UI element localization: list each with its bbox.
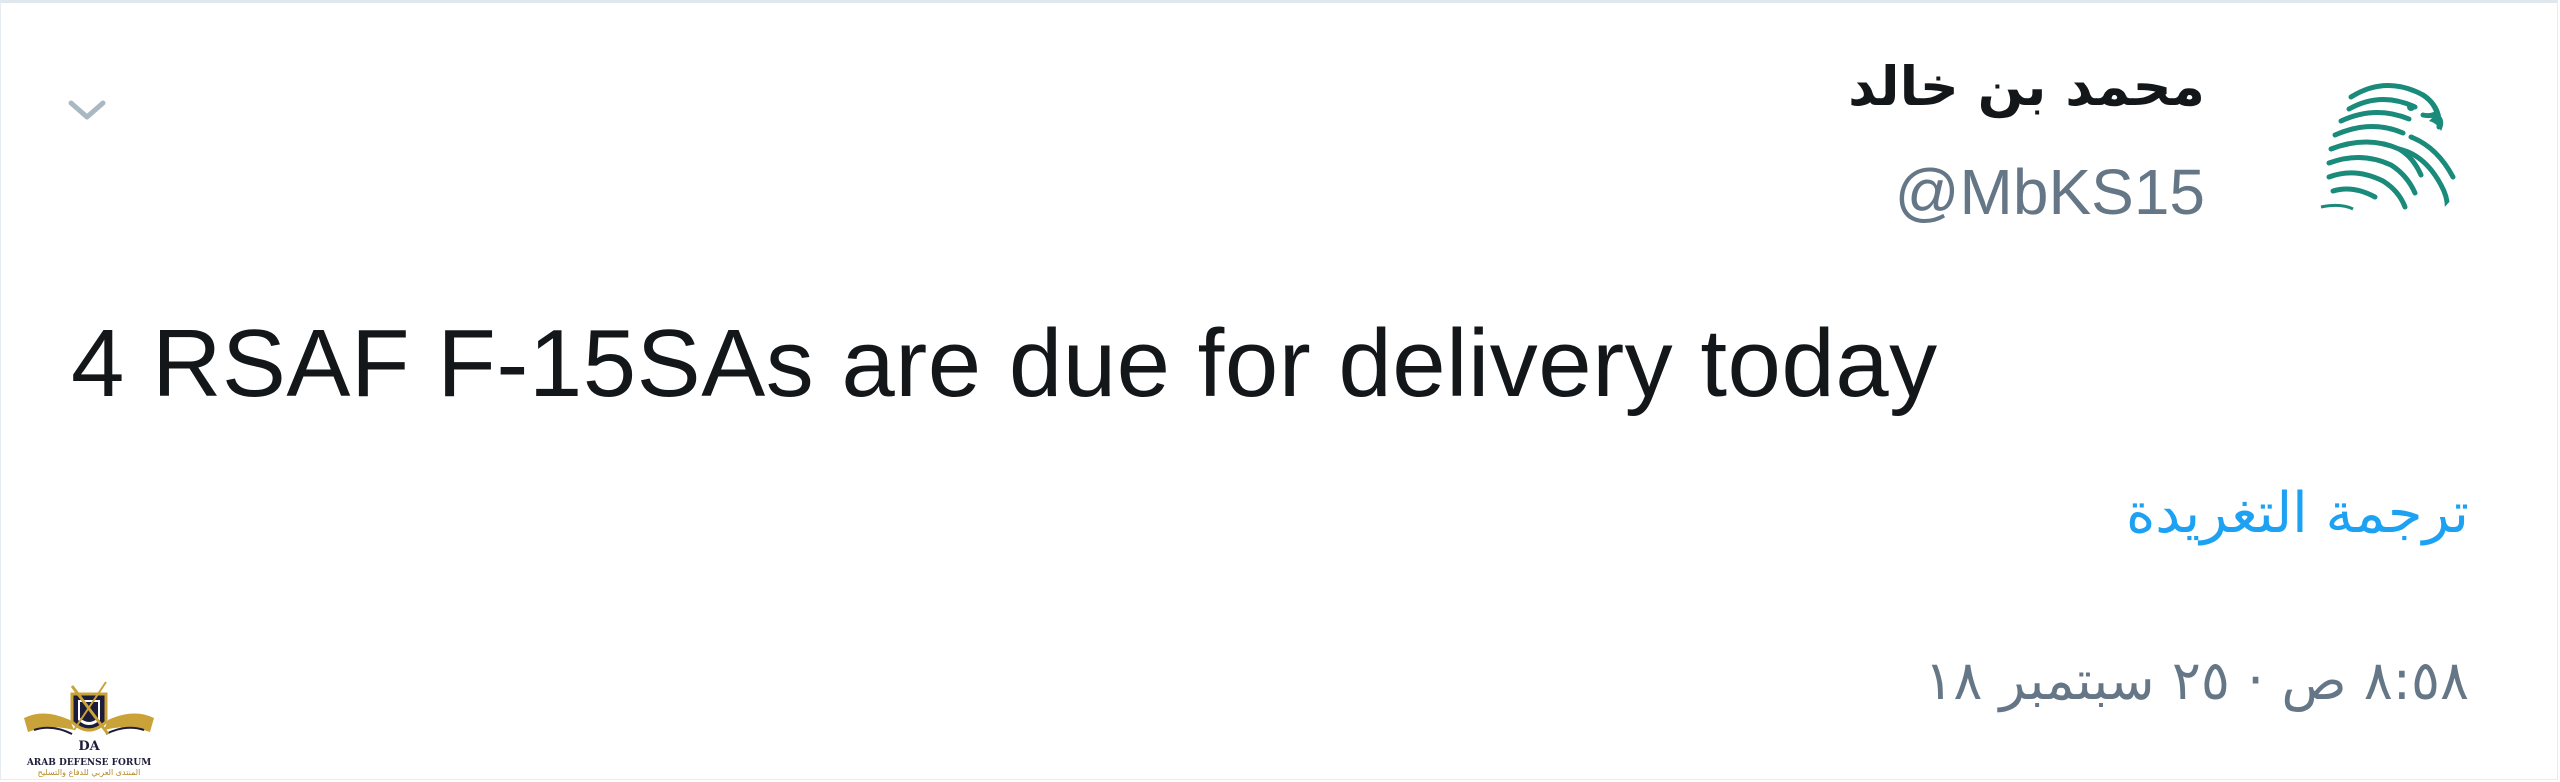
- author-handle[interactable]: @MbKS15: [1895, 155, 2205, 229]
- tweet-menu-button[interactable]: [63, 91, 111, 131]
- author-display-name[interactable]: محمد بن خالد: [1848, 55, 2205, 118]
- chevron-down-icon: [68, 100, 106, 120]
- svg-text:DA: DA: [78, 739, 100, 754]
- author-avatar[interactable]: [2291, 57, 2469, 235]
- shield-wings-icon: DA: [24, 681, 154, 754]
- eagle-avatar-icon: [2320, 83, 2456, 216]
- translate-tweet-link[interactable]: ترجمة التغريدة: [2126, 481, 2469, 546]
- tweet-card[interactable]: محمد بن خالد @MbKS15 4 RSAF F-15SAs are …: [0, 0, 2558, 780]
- tweet-timestamp[interactable]: ٨:٥٨ ص · ٢٥ سبتمبر ١٨: [1924, 649, 2469, 712]
- tweet-text: 4 RSAF F-15SAs are due for delivery toda…: [71, 310, 1938, 417]
- watermark-subtitle: المنتدى العربي للدفاع والتسليح: [37, 768, 141, 777]
- watermark-title: ARAB DEFENSE FORUM: [26, 758, 152, 768]
- watermark-logo: DA ARAB DEFENSE FORUM المنتدى العربي للد…: [14, 672, 164, 777]
